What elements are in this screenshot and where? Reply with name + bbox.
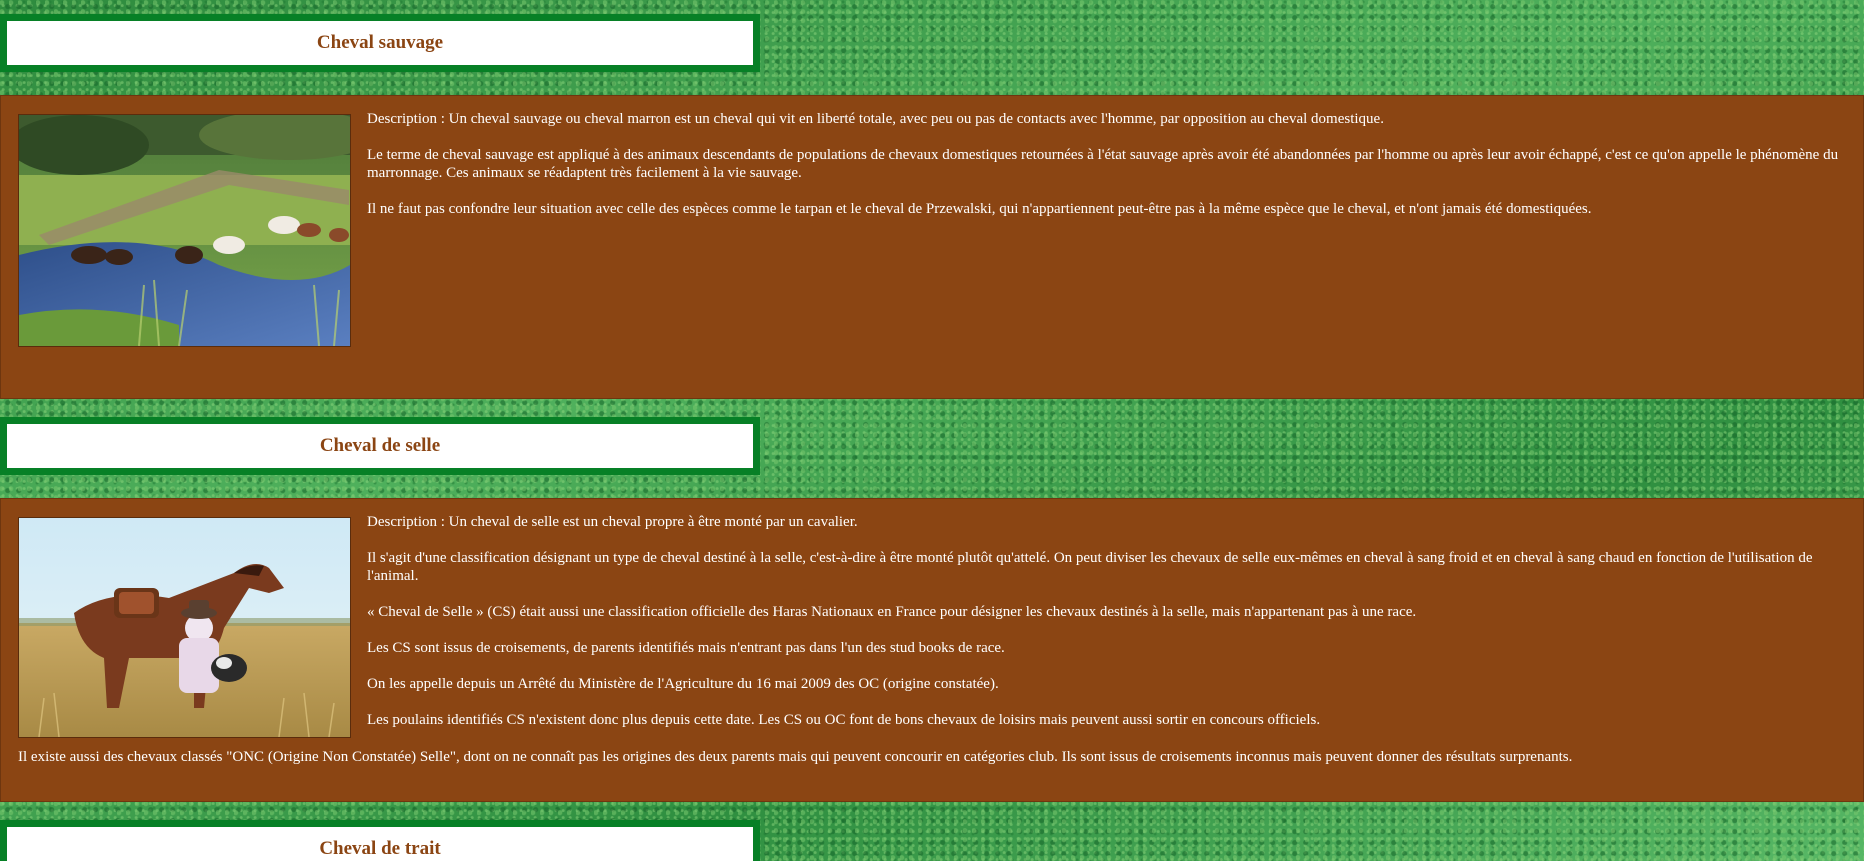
- wild-horses-image: [18, 114, 351, 347]
- paragraph: Le terme de cheval sauvage est appliqué …: [367, 147, 1839, 181]
- section-text: Description : Un cheval de selle est un …: [367, 513, 1843, 747]
- section-text: Description : Un cheval sauvage ou cheva…: [367, 110, 1843, 236]
- section-title: Cheval de trait: [319, 838, 441, 859]
- paragraph: Les poulains identifiés CS n'existent do…: [367, 712, 1321, 728]
- paragraph: « Cheval de Selle » (CS) était aussi une…: [367, 604, 1417, 620]
- section-heading-cheval-sauvage: Cheval sauvage: [0, 14, 760, 72]
- section-heading-cheval-de-selle: Cheval de selle: [0, 417, 760, 475]
- paragraph: Il s'agit d'une classification désignant…: [367, 550, 1813, 584]
- paragraph: On les appelle depuis un Arrêté du Minis…: [367, 676, 999, 692]
- footer-paragraph: Il existe aussi des chevaux classés "ONC…: [18, 749, 1573, 765]
- section-cheval-de-selle: Description : Un cheval de selle est un …: [0, 498, 1864, 802]
- paragraph: Les CS sont issus de croisements, de par…: [367, 640, 1005, 656]
- saddle-horse-image: [18, 517, 351, 738]
- section-heading-cheval-de-trait: Cheval de trait: [0, 820, 760, 861]
- section-cheval-sauvage: Description : Un cheval sauvage ou cheva…: [0, 95, 1864, 399]
- paragraph: Description : Un cheval sauvage ou cheva…: [367, 111, 1384, 127]
- paragraph: Il ne faut pas confondre leur situation …: [367, 201, 1592, 217]
- section-title: Cheval sauvage: [316, 32, 444, 53]
- section-title: Cheval de selle: [319, 435, 441, 456]
- paragraph: Description : Un cheval de selle est un …: [367, 514, 858, 530]
